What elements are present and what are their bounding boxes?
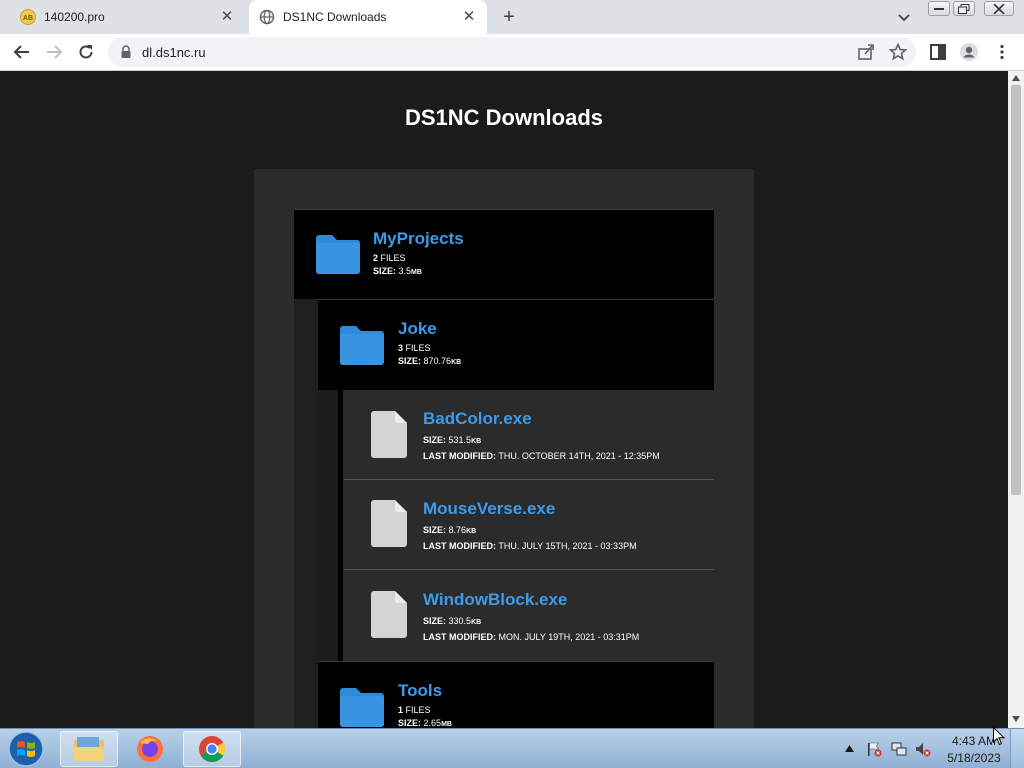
firefox-icon	[137, 736, 163, 762]
lock-icon[interactable]	[120, 45, 132, 59]
folder-name[interactable]: MyProjects	[373, 229, 464, 249]
folder-row-myprojects[interactable]: MyProjects 2 FILES SIZE: 3.5MB	[294, 209, 714, 299]
back-arrow-icon[interactable]	[12, 42, 32, 62]
tab-title: DS1NC Downloads	[283, 10, 387, 24]
tab-ds1nc-downloads[interactable]: DS1NC Downloads ✕	[249, 0, 487, 34]
network-icon[interactable]	[891, 741, 907, 757]
file-icon	[371, 500, 407, 547]
folder-row-joke[interactable]: Joke 3 FILES SIZE: 870.76KB	[318, 299, 714, 390]
svg-text:AB: AB	[23, 15, 33, 22]
close-window-button[interactable]	[984, 1, 1014, 16]
ab-badge-icon: AB	[20, 9, 36, 25]
file-row-mouseverse[interactable]: MouseVerse.exe SIZE: 8.76KB LAST MODIFIE…	[344, 480, 714, 570]
vertical-scrollbar[interactable]	[1008, 71, 1024, 728]
file-name[interactable]: WindowBlock.exe	[423, 590, 567, 610]
tree-indent-bar	[318, 390, 338, 661]
browser-toolbar: dl.ds1nc.ru	[0, 34, 1024, 71]
page-viewport: DS1NC Downloads MyProjects 2 FILES SIZE:…	[0, 71, 1008, 728]
folder-icon	[340, 326, 384, 365]
minimize-icon	[934, 7, 944, 10]
mouse-cursor-icon	[993, 727, 1005, 746]
file-meta: SIZE: 330.5KB LAST MODIFIED: MON. JULY 1…	[423, 616, 640, 642]
address-bar[interactable]: dl.ds1nc.ru	[108, 37, 916, 67]
folder-icon	[340, 688, 384, 727]
new-tab-button[interactable]: +	[499, 7, 519, 27]
windows-start-icon[interactable]	[4, 730, 48, 768]
scroll-up-arrow-icon[interactable]	[1012, 75, 1020, 81]
file-meta: SIZE: 531.5KB LAST MODIFIED: THU. OCTOBE…	[423, 435, 660, 461]
close-icon	[993, 3, 1005, 14]
taskbar-firefox[interactable]	[121, 731, 179, 767]
chrome-icon	[199, 736, 226, 763]
show-hidden-icons-icon[interactable]	[845, 745, 854, 752]
profile-avatar-icon[interactable]	[959, 42, 979, 62]
file-row-windowblock[interactable]: WindowBlock.exe SIZE: 330.5KB LAST MODIF…	[344, 571, 714, 661]
volume-muted-icon[interactable]	[915, 741, 931, 757]
clock-date[interactable]: 5/18/2023	[944, 751, 1004, 765]
scrollbar-thumb[interactable]	[1011, 85, 1021, 495]
tree-indent-bar	[294, 299, 318, 728]
folder-meta: 1 FILES SIZE: 2.65MB	[398, 705, 452, 728]
close-tab-icon[interactable]: ✕	[461, 9, 477, 25]
file-name[interactable]: MouseVerse.exe	[423, 499, 555, 519]
action-center-flag-icon[interactable]	[866, 741, 882, 757]
tab-title: 140200.pro	[44, 10, 105, 24]
windows-taskbar: 4:43 AM 5/18/2023	[0, 728, 1024, 768]
folder-meta: 3 FILES SIZE: 870.76KB	[398, 343, 462, 366]
restore-button[interactable]	[953, 1, 975, 16]
folder-name[interactable]: Joke	[398, 319, 437, 339]
folder-name[interactable]: Tools	[398, 681, 442, 701]
taskbar-chrome[interactable]	[183, 731, 241, 767]
file-row-badcolor[interactable]: BadColor.exe SIZE: 531.5KB LAST MODIFIED…	[344, 390, 714, 480]
tab-strip: AB 140200.pro ✕ DS1NC Downloads ✕ +	[0, 0, 1024, 34]
show-desktop-button[interactable]	[1010, 729, 1024, 768]
folder-icon	[316, 235, 360, 274]
page-title: DS1NC Downloads	[404, 105, 604, 130]
side-panel-icon[interactable]	[928, 42, 948, 62]
restore-icon	[958, 3, 970, 14]
reload-icon[interactable]	[76, 42, 96, 62]
file-icon	[371, 411, 407, 458]
downloads-listing: MyProjects 2 FILES SIZE: 3.5MB Joke 3 FI…	[254, 169, 754, 728]
folder-meta: 2 FILES SIZE: 3.5MB	[373, 253, 422, 276]
file-icon	[371, 591, 407, 638]
file-name[interactable]: BadColor.exe	[423, 409, 532, 429]
minimize-button[interactable]	[928, 1, 950, 16]
taskbar-explorer[interactable]	[60, 731, 118, 767]
chevron-down-icon[interactable]	[896, 9, 912, 25]
tree-indent-line	[338, 390, 343, 661]
globe-icon	[259, 9, 275, 25]
bookmark-star-icon[interactable]	[888, 42, 908, 62]
forward-arrow-icon[interactable]	[44, 42, 64, 62]
scroll-down-arrow-icon[interactable]	[1012, 716, 1020, 722]
close-tab-icon[interactable]: ✕	[219, 9, 235, 25]
tab-140200[interactable]: AB 140200.pro ✕	[10, 0, 245, 34]
kebab-menu-icon[interactable]	[992, 42, 1012, 62]
url-text: dl.ds1nc.ru	[142, 45, 206, 60]
file-meta: SIZE: 8.76KB LAST MODIFIED: THU. JULY 15…	[423, 525, 637, 551]
folder-row-tools[interactable]: Tools 1 FILES SIZE: 2.65MB	[318, 661, 714, 728]
folder-explorer-icon	[74, 737, 104, 761]
share-icon[interactable]	[856, 42, 876, 62]
